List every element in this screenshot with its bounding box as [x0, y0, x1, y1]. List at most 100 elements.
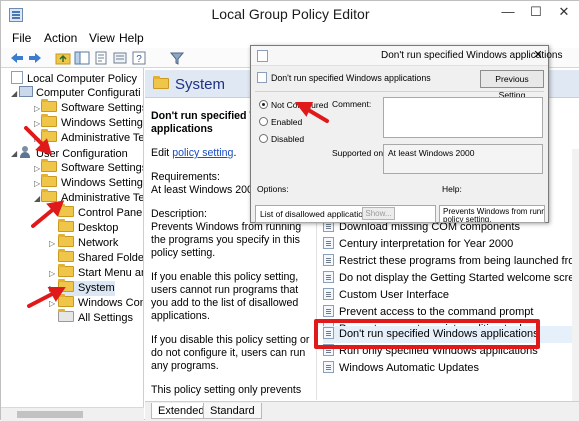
- tree-label: Control Panel: [78, 207, 144, 219]
- expand-chevron-icon[interactable]: ▷: [49, 296, 57, 311]
- description-label: Description:: [151, 208, 207, 220]
- previous-setting-button[interactable]: Previous Setting: [480, 70, 544, 100]
- tree-item-shared-folders[interactable]: Shared Folders: [58, 249, 143, 266]
- tab-standard[interactable]: Standard: [203, 403, 262, 419]
- radio-label: Disabled: [271, 134, 305, 144]
- tree-label: User Configuration: [36, 148, 128, 160]
- dialog-title-bar: Don't run specified Windows applications…: [251, 46, 562, 66]
- tree-item-network[interactable]: Network: [58, 234, 119, 251]
- tree-item-windows-components[interactable]: Windows Comp: [58, 294, 143, 311]
- title-bar: Local Group Policy Editor — ☐ ✕: [1, 1, 579, 28]
- disallowed-list-label: List of disallowed applications: [260, 209, 372, 219]
- tree-label: Network: [78, 237, 119, 249]
- tree-label: Software Settings: [61, 102, 144, 114]
- dialog-close-button[interactable]: ✕: [529, 47, 547, 64]
- tree-item-desktop[interactable]: Desktop: [58, 219, 119, 236]
- description-only: This policy setting only prevents: [151, 384, 302, 396]
- tree-item-control-panel[interactable]: Control Panel: [58, 204, 144, 221]
- folder-icon: [58, 249, 74, 262]
- folder-icon: [41, 129, 57, 142]
- navigation-tree: Local Computer Policy ◢ Computer Configu…: [1, 68, 144, 421]
- svg-text:?: ?: [136, 54, 142, 65]
- tree-item-cc-administrative-templates[interactable]: Administrative Ter: [41, 129, 143, 146]
- expand-chevron-icon[interactable]: ▷: [49, 281, 57, 296]
- radio-icon: [259, 134, 268, 143]
- export-list-icon[interactable]: [112, 50, 128, 66]
- setting-icon: [323, 254, 334, 266]
- expand-chevron-icon[interactable]: ▷: [49, 266, 57, 281]
- tree-label: Windows Settings: [61, 117, 144, 129]
- list-item[interactable]: Century interpretation for Year 2000: [323, 236, 572, 253]
- divider: [255, 91, 544, 92]
- radio-enabled[interactable]: Enabled: [259, 116, 302, 128]
- minimize-button[interactable]: —: [494, 1, 522, 25]
- tree-item-computer-configuration[interactable]: Computer Configurati: [19, 86, 141, 101]
- list-item[interactable]: Restrict these programs from being launc…: [323, 253, 572, 270]
- tree-item-all-settings[interactable]: All Settings: [58, 309, 133, 326]
- list-item-label: Do not display the Getting Started welco…: [339, 272, 572, 284]
- tree-item-user-configuration[interactable]: User Configuration: [19, 146, 128, 161]
- options-label: Options:: [257, 184, 289, 194]
- requirements-label: Requirements:: [151, 171, 220, 183]
- filter-icon[interactable]: [169, 50, 185, 66]
- highlight-box: [314, 319, 540, 349]
- collapse-chevron-icon[interactable]: ◢: [11, 146, 19, 161]
- folder-icon: [58, 204, 74, 217]
- supported-on-value: At least Windows 2000: [388, 148, 475, 158]
- tree-label: Local Computer Policy: [27, 73, 138, 85]
- list-item[interactable]: Custom User Interface: [323, 287, 572, 304]
- tree-item-start-menu[interactable]: Start Menu and: [58, 264, 143, 281]
- forward-arrow-icon[interactable]: [27, 50, 43, 66]
- collapse-chevron-icon[interactable]: ◢: [11, 86, 19, 101]
- tree-label: Start Menu and: [78, 267, 143, 279]
- close-button[interactable]: ✕: [550, 1, 578, 25]
- expand-chevron-icon[interactable]: ▷: [49, 236, 57, 251]
- folder-icon: [153, 76, 169, 89]
- tree-item-cc-software-settings[interactable]: Software Settings: [41, 99, 144, 116]
- requirements-value: At least Windows 2000: [151, 184, 259, 196]
- policy-setting-icon: [257, 72, 267, 83]
- options-panel: List of disallowed applications: [255, 205, 436, 223]
- user-icon: [19, 146, 33, 158]
- comment-label: Comment:: [332, 99, 372, 109]
- tree-label: Windows Comp: [78, 297, 143, 309]
- list-item[interactable]: Do not display the Getting Started welco…: [323, 270, 572, 287]
- list-vertical-scrollbar[interactable]: [572, 149, 579, 401]
- tree-label: Software Settings: [61, 162, 144, 174]
- show-hide-tree-icon[interactable]: [74, 50, 90, 66]
- up-folder-icon[interactable]: [55, 50, 71, 66]
- tree-horizontal-scrollbar[interactable]: [1, 407, 144, 421]
- properties-icon[interactable]: [93, 50, 109, 66]
- comment-input[interactable]: [383, 97, 543, 138]
- tree-item-uc-windows-settings[interactable]: Windows Settings: [41, 174, 144, 191]
- menu-file[interactable]: File: [12, 31, 31, 45]
- tree-label: Computer Configurati: [36, 87, 141, 99]
- tree-item-uc-administrative-templates[interactable]: Administrative Ten: [41, 189, 143, 206]
- menu-help[interactable]: Help: [119, 31, 144, 45]
- policy-setting-icon: [257, 50, 268, 62]
- list-item[interactable]: Windows Automatic Updates: [323, 360, 572, 377]
- radio-selected-icon: [259, 100, 268, 109]
- radio-not-configured[interactable]: Not Configured: [259, 99, 328, 111]
- tree-item-local-computer-policy[interactable]: Local Computer Policy: [11, 71, 137, 86]
- supported-on-label: Supported on:: [332, 148, 386, 158]
- scrollbar-thumb[interactable]: [17, 411, 83, 418]
- tree-label: Desktop: [78, 222, 119, 234]
- policy-document-icon: [11, 71, 23, 84]
- folder-icon: [58, 234, 74, 247]
- menu-view[interactable]: View: [89, 31, 115, 45]
- folder-icon: [41, 114, 57, 127]
- back-arrow-icon[interactable]: [9, 50, 25, 66]
- maximize-button[interactable]: ☐: [522, 1, 550, 25]
- tree-item-cc-windows-settings[interactable]: Windows Settings: [41, 114, 144, 131]
- tree-item-uc-software-settings[interactable]: Software Settings: [41, 159, 144, 176]
- show-button[interactable]: Show...: [362, 207, 395, 220]
- policy-setting-link[interactable]: policy setting: [172, 147, 233, 159]
- setting-icon: [323, 237, 334, 249]
- radio-disabled[interactable]: Disabled: [259, 133, 304, 145]
- tree-item-system[interactable]: System: [58, 279, 115, 296]
- description-body: Prevents Windows from running the progra…: [151, 221, 302, 259]
- tree-label: Windows Settings: [61, 177, 144, 189]
- help-icon[interactable]: ?: [131, 50, 147, 66]
- menu-action[interactable]: Action: [44, 31, 77, 45]
